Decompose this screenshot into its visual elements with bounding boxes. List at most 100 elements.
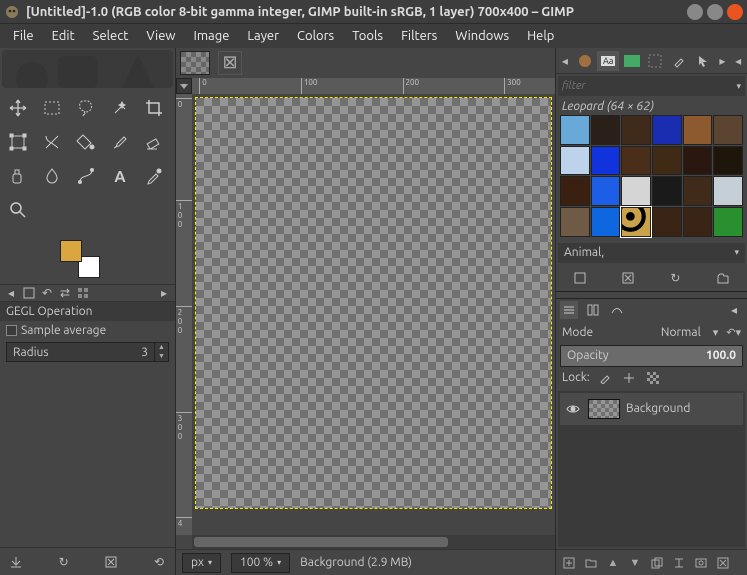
- tab-swap-icon[interactable]: ⇄: [58, 286, 72, 300]
- sample-average-checkbox[interactable]: [6, 325, 17, 336]
- maximize-button[interactable]: [707, 4, 723, 20]
- pattern-swatch[interactable]: [621, 146, 651, 176]
- paths-tool[interactable]: [72, 162, 100, 190]
- text-tool[interactable]: A: [106, 162, 134, 190]
- clone-tool[interactable]: [4, 162, 32, 190]
- pattern-swatch[interactable]: [560, 115, 590, 145]
- lock-pixels-icon[interactable]: [596, 369, 614, 387]
- pattern-swatch[interactable]: [683, 115, 713, 145]
- rect-select-tool[interactable]: [38, 94, 66, 122]
- menu-layer[interactable]: Layer: [238, 26, 288, 46]
- eraser-tool[interactable]: [140, 128, 168, 156]
- merge-layer-icon[interactable]: [670, 554, 688, 572]
- tabs-scroll-right-icon[interactable]: ▸: [716, 54, 730, 68]
- pattern-swatch[interactable]: [591, 115, 621, 145]
- smudge-tool[interactable]: [38, 162, 66, 190]
- menu-file[interactable]: File: [4, 26, 43, 46]
- tab-fonts-icon[interactable]: [621, 51, 643, 71]
- pattern-swatch[interactable]: [652, 176, 682, 206]
- new-layer-group-icon[interactable]: [582, 554, 600, 572]
- pattern-swatch[interactable]: [560, 207, 590, 237]
- pattern-swatch[interactable]: [652, 207, 682, 237]
- mode-value[interactable]: Normal: [601, 326, 705, 339]
- dock-menu-left-icon[interactable]: ◂: [4, 286, 18, 300]
- duplicate-layer-icon[interactable]: [648, 554, 666, 572]
- fg-bg-colors[interactable]: [60, 240, 100, 278]
- pattern-filter-dropdown-icon[interactable]: ▾: [736, 81, 741, 92]
- pattern-swatch[interactable]: [591, 176, 621, 206]
- tab-tool-options-icon[interactable]: [22, 286, 36, 300]
- tab-layers-icon[interactable]: [560, 301, 578, 319]
- bucket-fill-tool[interactable]: [72, 128, 100, 156]
- tab-pointer-icon[interactable]: [692, 51, 714, 71]
- canvas[interactable]: [192, 94, 555, 535]
- pattern-tag-dropdown-icon[interactable]: ▾: [734, 247, 739, 258]
- opacity-slider[interactable]: Opacity 100.0: [560, 345, 743, 367]
- pattern-swatch[interactable]: [591, 146, 621, 176]
- ruler-vertical[interactable]: 0 100 200 300 4: [176, 94, 192, 535]
- canvas-hscrollbar-thumb[interactable]: [194, 537, 448, 547]
- lock-position-icon[interactable]: [620, 369, 638, 387]
- image-tab-1[interactable]: [180, 51, 210, 75]
- layer-visibility-icon[interactable]: [564, 400, 582, 418]
- menu-image[interactable]: Image: [185, 26, 239, 46]
- dock-separator[interactable]: [556, 291, 747, 299]
- mode-reset-icon[interactable]: ↶▾: [726, 326, 741, 339]
- tab-paths-icon[interactable]: [608, 301, 626, 319]
- color-picker-tool[interactable]: [140, 162, 168, 190]
- pattern-swatch[interactable]: [621, 207, 651, 237]
- unit-selector[interactable]: px▾: [182, 553, 221, 573]
- menu-tools[interactable]: Tools: [343, 26, 392, 46]
- save-tool-preset-icon[interactable]: [6, 552, 26, 572]
- layer-item[interactable]: Background: [560, 393, 743, 425]
- menu-windows[interactable]: Windows: [446, 26, 518, 46]
- mode-dropdown-icon[interactable]: ▾: [713, 326, 719, 339]
- tab-channels-icon[interactable]: [584, 301, 602, 319]
- pattern-tag-row[interactable]: Animal, ▾: [558, 243, 745, 263]
- mask-layer-icon[interactable]: [692, 554, 710, 572]
- radius-field[interactable]: Radius 3 ▲▼: [6, 342, 169, 362]
- close-window-button[interactable]: [727, 4, 743, 20]
- pattern-swatch[interactable]: [560, 176, 590, 206]
- zoom-tool[interactable]: [4, 196, 32, 224]
- pattern-swatch[interactable]: [713, 146, 743, 176]
- pattern-swatch[interactable]: [652, 146, 682, 176]
- reset-tool-preset-icon[interactable]: ⟲: [149, 552, 169, 572]
- tool-options-title[interactable]: GEGL Operation: [0, 302, 175, 321]
- pattern-open-icon[interactable]: [713, 268, 733, 288]
- tab-paintbrush-icon[interactable]: [668, 51, 690, 71]
- pattern-swatch[interactable]: [713, 176, 743, 206]
- minimize-button[interactable]: [687, 4, 703, 20]
- lower-layer-icon[interactable]: ▼: [626, 554, 644, 572]
- pattern-swatch[interactable]: [713, 115, 743, 145]
- tab-images-icon[interactable]: [76, 286, 90, 300]
- image-tab-close-icon[interactable]: ⊠: [218, 51, 242, 75]
- foreground-color-swatch[interactable]: [60, 240, 82, 262]
- pattern-swatch[interactable]: [621, 115, 651, 145]
- menu-help[interactable]: Help: [518, 26, 563, 46]
- pattern-delete-icon[interactable]: [618, 268, 638, 288]
- pattern-edit-icon[interactable]: [570, 268, 590, 288]
- delete-tool-preset-icon[interactable]: [101, 552, 121, 572]
- pattern-swatch[interactable]: [683, 207, 713, 237]
- pattern-swatch[interactable]: [621, 176, 651, 206]
- pattern-swatch[interactable]: [652, 115, 682, 145]
- ruler-horizontal[interactable]: 0 100 200 300: [192, 78, 555, 94]
- lock-alpha-icon[interactable]: [644, 369, 662, 387]
- tab-patterns-icon[interactable]: Aa: [597, 51, 619, 71]
- dock-menu-right-icon[interactable]: ▸: [157, 286, 171, 300]
- delete-layer-icon[interactable]: [714, 554, 732, 572]
- restore-tool-preset-icon[interactable]: ↻: [54, 552, 74, 572]
- move-tool[interactable]: [4, 94, 32, 122]
- paintbrush-tool[interactable]: [106, 128, 134, 156]
- tabs-menu-bottom-icon[interactable]: ◂: [725, 301, 743, 319]
- free-select-tool[interactable]: [72, 94, 100, 122]
- pattern-refresh-icon[interactable]: ↻: [665, 268, 685, 288]
- zoom-selector[interactable]: 100 %▾: [231, 553, 290, 573]
- new-layer-icon[interactable]: [560, 554, 578, 572]
- raise-layer-icon[interactable]: ▲: [604, 554, 622, 572]
- pattern-swatch[interactable]: [683, 176, 713, 206]
- unified-transform-tool[interactable]: [4, 128, 32, 156]
- ruler-origin-toggle[interactable]: [176, 78, 192, 94]
- fuzzy-select-tool[interactable]: [106, 94, 134, 122]
